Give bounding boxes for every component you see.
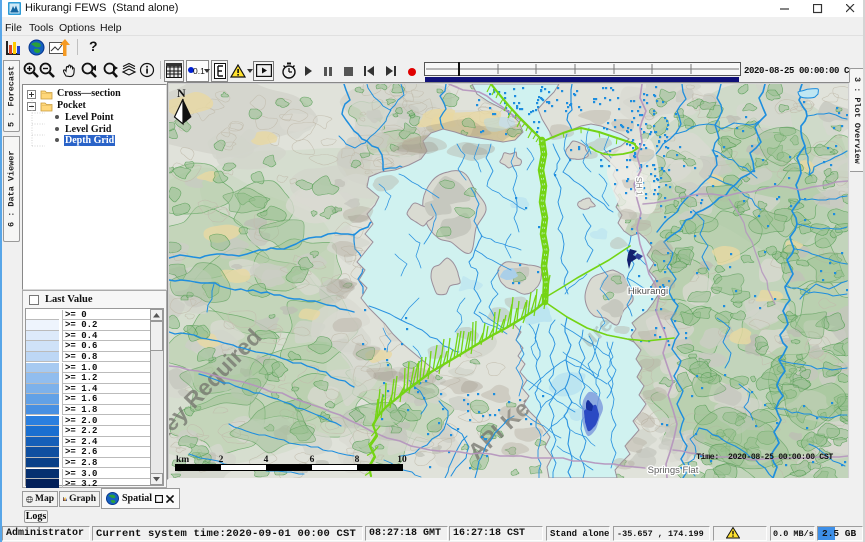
svg-text:km: km bbox=[176, 455, 189, 465]
svg-text:N: N bbox=[177, 86, 186, 100]
svg-text:Time: 2020-08-25 00:00:00 CST: Time: 2020-08-25 00:00:00 CST bbox=[696, 452, 833, 462]
svg-text:Hikurangi: Hikurangi bbox=[628, 286, 668, 297]
svg-text:10: 10 bbox=[397, 455, 407, 465]
svg-text:2: 2 bbox=[219, 455, 224, 465]
svg-text:SH 1: SH 1 bbox=[634, 177, 645, 197]
svg-text:Springs Flat: Springs Flat bbox=[648, 465, 699, 476]
svg-text:6: 6 bbox=[310, 455, 315, 465]
svg-text:8: 8 bbox=[355, 455, 360, 465]
svg-text:4: 4 bbox=[264, 455, 269, 465]
